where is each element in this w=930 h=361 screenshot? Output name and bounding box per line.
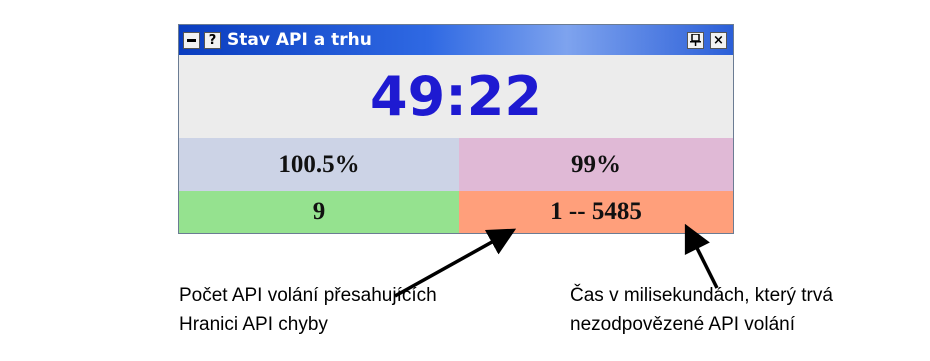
left-annotation: Počet API volání přesahujících Hranici A… xyxy=(179,282,437,339)
right-annotation-line2: nezodpovězené API volání xyxy=(570,313,796,335)
left-annotation-line1: Počet API volání přesahujících xyxy=(179,285,437,306)
left-annotation-line2: Hranici API chyby xyxy=(179,313,328,335)
right-annotation: Čas v milisekundách, který trvá nezodpov… xyxy=(570,282,833,339)
arrow-right xyxy=(684,223,719,289)
right-annotation-line1: Čas v milisekundách, který trvá xyxy=(570,285,833,306)
